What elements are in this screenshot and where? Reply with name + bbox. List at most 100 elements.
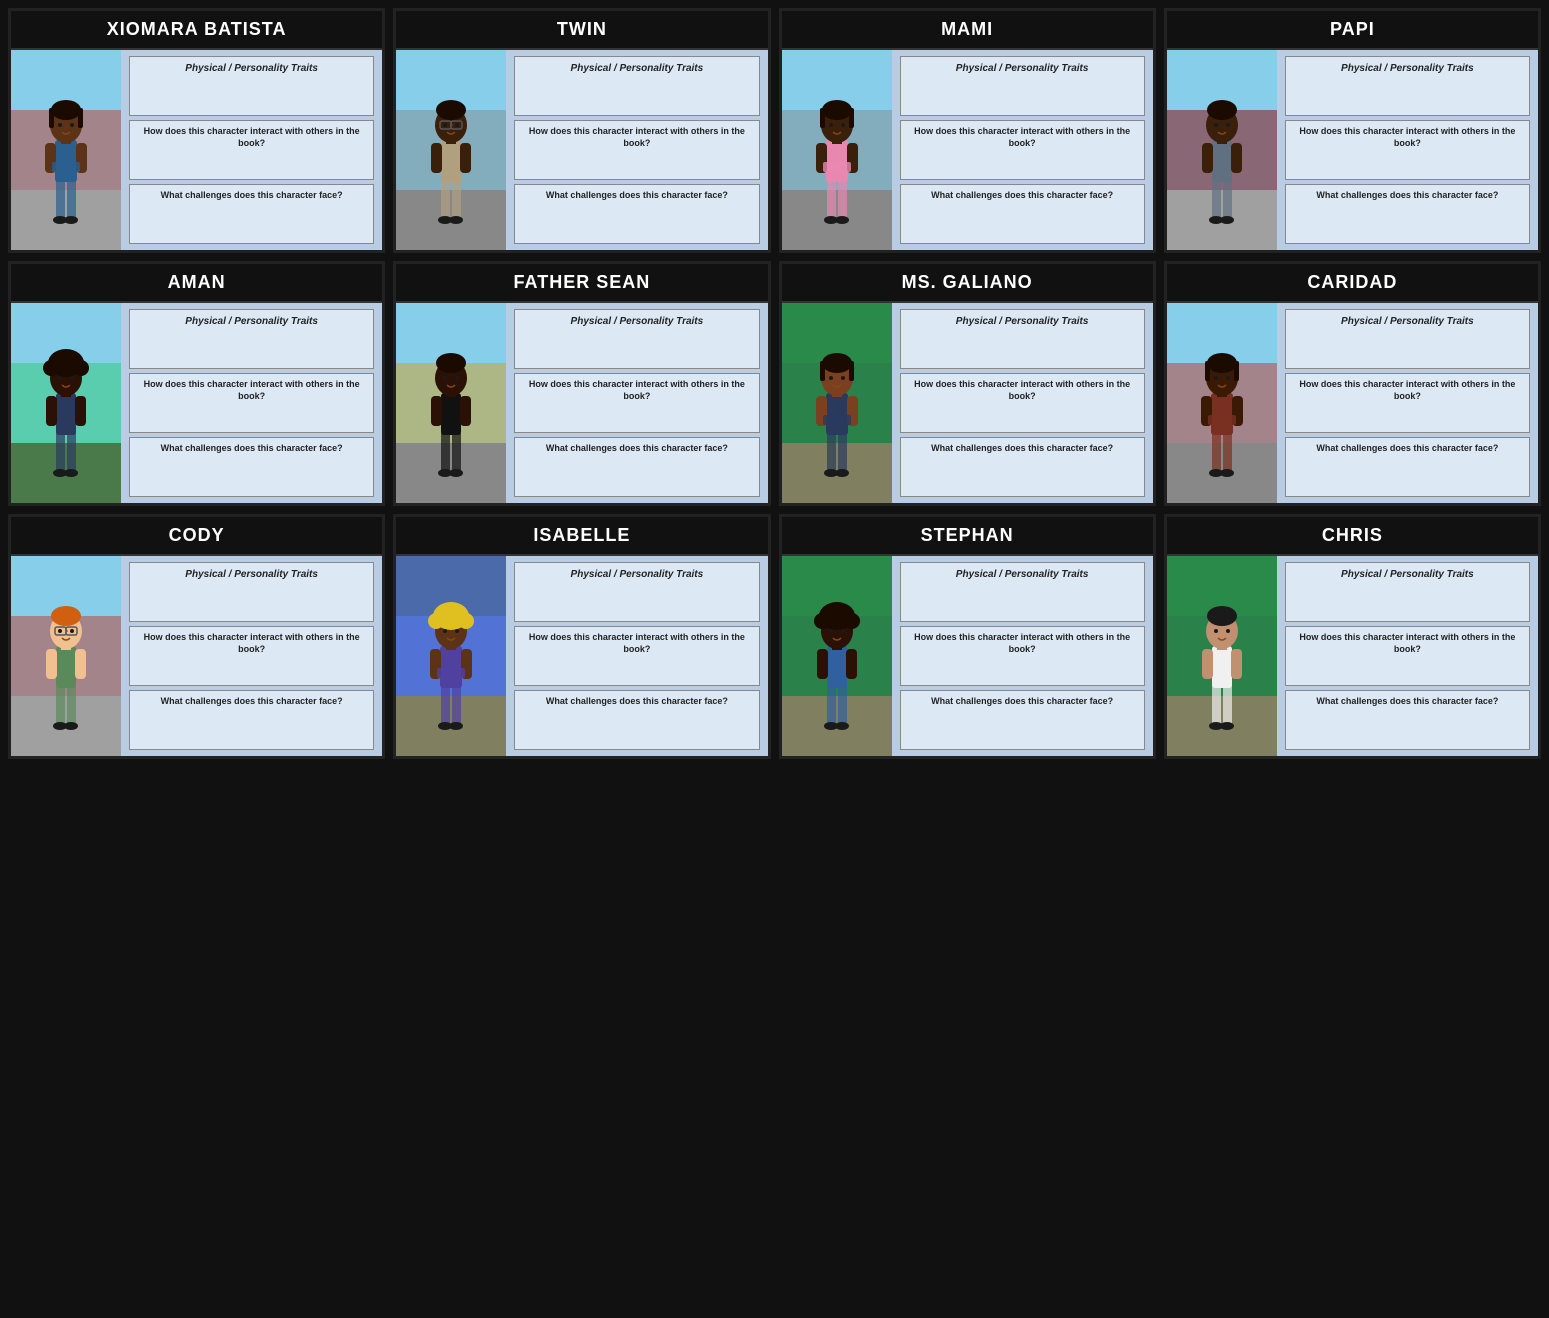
character-body: Physical / Personality Traits How does th… [396, 556, 767, 756]
challenges-section: What challenges does this character face… [129, 690, 374, 750]
character-card: CARIDAD Physical / Personali [1164, 261, 1541, 506]
character-card: MS. GALIANO Physical / Perso [779, 261, 1156, 506]
character-body: Physical / Personality Traits How does th… [1167, 50, 1538, 250]
character-name: ISABELLE [396, 517, 767, 556]
traits-section: Physical / Personality Traits [900, 562, 1145, 622]
character-info: Physical / Personality Traits How does th… [506, 303, 767, 503]
character-info: Physical / Personality Traits How does th… [1277, 50, 1538, 250]
challenges-section: What challenges does this character face… [900, 690, 1145, 750]
character-name: XIOMARA BATISTA [11, 11, 382, 50]
challenges-section: What challenges does this character face… [514, 184, 759, 244]
character-info: Physical / Personality Traits How does th… [892, 50, 1153, 250]
traits-label: Physical / Personality Traits [1292, 62, 1523, 75]
interact-label: How does this character interact with ot… [136, 126, 367, 149]
character-info: Physical / Personality Traits How does th… [121, 556, 382, 756]
challenges-label: What challenges does this character face… [907, 696, 1138, 708]
character-illustration [11, 556, 121, 756]
character-body: Physical / Personality Traits How does th… [396, 303, 767, 503]
challenges-section: What challenges does this character face… [1285, 437, 1530, 497]
character-card: ISABELLE Physical / Personal [393, 514, 770, 759]
character-body: Physical / Personality TraitsHow does th… [1167, 303, 1538, 503]
character-illustration [1167, 50, 1277, 250]
traits-section: Physical / Personality Traits [514, 562, 759, 622]
traits-label: Physical / Personality Traits [136, 315, 367, 328]
interact-section: How does this character interact with ot… [514, 626, 759, 686]
interact-section: How does this character interact with ot… [129, 120, 374, 180]
interact-section: How does this character interact with ot… [514, 120, 759, 180]
traits-section: Physical / Personality Traits [900, 56, 1145, 116]
traits-section: Physical / Personality Traits [129, 562, 374, 622]
character-card: XIOMARA BATISTA Physical / P [8, 8, 385, 253]
traits-label: Physical / Personality Traits [907, 315, 1138, 328]
character-name: AMAN [11, 264, 382, 303]
character-info: Physical / Personality Traits How does th… [121, 303, 382, 503]
interact-label: How does this character interact with ot… [1292, 126, 1523, 149]
interact-section: How does this character interact with ot… [1285, 626, 1530, 686]
challenges-section: What challenges does this character face… [900, 184, 1145, 244]
character-name: TWIN [396, 11, 767, 50]
character-body: Physical / Personality Traits How does th… [11, 50, 382, 250]
character-illustration [1167, 556, 1277, 756]
character-card: TWIN Physical / Personality Trait [393, 8, 770, 253]
traits-section: Physical / Personality Traits [129, 309, 374, 369]
traits-label: Physical / Personality Traits [521, 62, 752, 75]
interact-label: How does this character interact with ot… [907, 632, 1138, 655]
character-name: MS. GALIANO [782, 264, 1153, 303]
challenges-label: What challenges does this character face… [521, 190, 752, 202]
traits-label: Physical / Personality Traits [907, 568, 1138, 581]
interact-label: How does this character interact with ot… [521, 126, 752, 149]
character-card: CHRIS Physical / Personality TraitsHow d… [1164, 514, 1541, 759]
traits-label: Physical / Personality Traits [136, 568, 367, 581]
character-name: CARIDAD [1167, 264, 1538, 303]
interact-label: How does this character interact with ot… [136, 632, 367, 655]
character-info: Physical / Personality Traits How does th… [892, 303, 1153, 503]
interact-section: How does this character interact with ot… [900, 626, 1145, 686]
interact-section: How does this character interact with ot… [129, 626, 374, 686]
interact-label: How does this character interact with ot… [136, 379, 367, 402]
traits-section: Physical / Personality Traits [900, 309, 1145, 369]
traits-label: Physical / Personality Traits [521, 315, 752, 328]
interact-section: How does this character interact with ot… [900, 120, 1145, 180]
challenges-section: What challenges does this character face… [514, 437, 759, 497]
challenges-label: What challenges does this character face… [907, 443, 1138, 455]
character-card: FATHER SEAN Physical / Personality Trait… [393, 261, 770, 506]
character-name: MAMI [782, 11, 1153, 50]
character-card: MAMI Physical / Personality [779, 8, 1156, 253]
character-info: Physical / Personality Traits How does th… [506, 556, 767, 756]
character-illustration [1167, 303, 1277, 503]
character-illustration [11, 303, 121, 503]
character-body: Physical / Personality Traits How does th… [11, 303, 382, 503]
character-illustration [396, 303, 506, 503]
challenges-section: What challenges does this character face… [129, 437, 374, 497]
interact-label: How does this character interact with ot… [521, 379, 752, 402]
character-body: Physical / Personality Traits How does th… [782, 556, 1153, 756]
traits-section: Physical / Personality Traits [514, 309, 759, 369]
character-illustration [782, 303, 892, 503]
interact-label: How does this character interact with ot… [907, 126, 1138, 149]
character-card: AMAN Physical / Personality Trait [8, 261, 385, 506]
character-card: PAPI Physical / Personality Traits How do… [1164, 8, 1541, 253]
character-illustration [396, 556, 506, 756]
challenges-label: What challenges does this character face… [1292, 696, 1523, 708]
traits-label: Physical / Personality Traits [136, 62, 367, 75]
character-body: Physical / Personality Traits How does th… [782, 50, 1153, 250]
challenges-label: What challenges does this character face… [136, 190, 367, 202]
character-illustration [11, 50, 121, 250]
character-body: Physical / Personality Traits How does th… [782, 303, 1153, 503]
challenges-section: What challenges does this character face… [129, 184, 374, 244]
interact-label: How does this character interact with ot… [907, 379, 1138, 402]
traits-section: Physical / Personality Traits [514, 56, 759, 116]
character-name: CODY [11, 517, 382, 556]
character-name: FATHER SEAN [396, 264, 767, 303]
interact-label: How does this character interact with ot… [521, 632, 752, 655]
character-body: Physical / Personality Traits How does th… [396, 50, 767, 250]
challenges-label: What challenges does this character face… [136, 443, 367, 455]
character-card: STEPHAN Physical / Personality Tr [779, 514, 1156, 759]
character-body: Physical / Personality Traits How does th… [11, 556, 382, 756]
traits-section: Physical / Personality Traits [129, 56, 374, 116]
interact-section: How does this character interact with ot… [900, 373, 1145, 433]
challenges-label: What challenges does this character face… [521, 696, 752, 708]
character-name: PAPI [1167, 11, 1538, 50]
character-body: Physical / Personality TraitsHow does th… [1167, 556, 1538, 756]
character-illustration [782, 50, 892, 250]
